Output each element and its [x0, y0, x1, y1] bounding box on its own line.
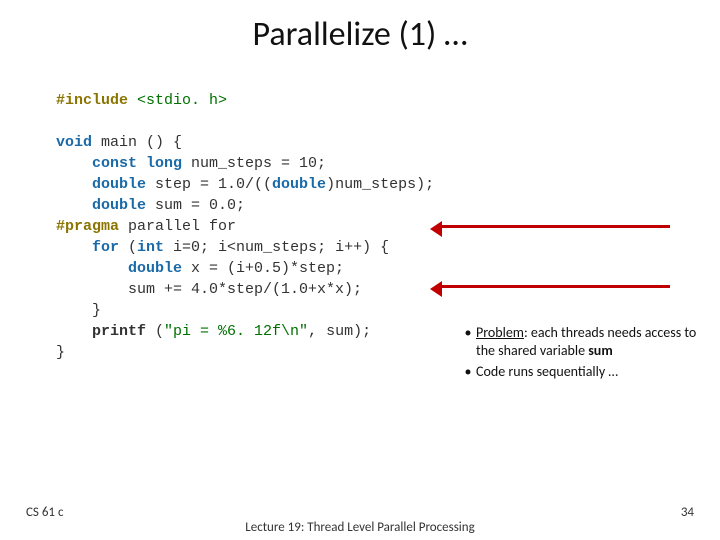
bullet-icon: •	[460, 324, 476, 359]
note-2: Code runs sequentially …	[476, 363, 700, 381]
pp-include: #include	[56, 92, 128, 109]
list-item: • Problem: each threads needs access to …	[460, 324, 700, 359]
pp-pragma: #pragma	[56, 218, 119, 235]
fn-printf: printf	[56, 323, 146, 340]
x-decl: x = (i+0.5)*step;	[182, 260, 344, 277]
for-b: i=0; i<num_steps; i++) {	[164, 239, 389, 256]
slide-title: Parallelize (1) …	[0, 14, 720, 55]
numsteps-decl: num_steps = 10;	[182, 155, 326, 172]
kw-double-2: double	[56, 197, 146, 214]
pragma-rest: parallel for	[119, 218, 236, 235]
brace-close-outer: }	[56, 344, 65, 361]
footer-left: CS 61 c	[26, 505, 63, 520]
kw-double-1: double	[56, 176, 146, 193]
main-sig: main () {	[92, 134, 182, 151]
kw-double-3: double	[56, 260, 182, 277]
sum-expr: sum += 4.0*step/(1.0+x*x);	[56, 281, 362, 298]
footer-center: Lecture 19: Thread Level Parallel Proces…	[0, 520, 720, 535]
step-decl-b: )num_steps);	[326, 176, 434, 193]
note-1-problem: Problem	[476, 324, 524, 341]
note-1-sum: sum	[588, 342, 613, 359]
arrow-icon	[440, 225, 670, 228]
code-block: #include <stdio. h> void main () { const…	[56, 90, 434, 363]
printf-a: (	[146, 323, 164, 340]
arrow-icon	[440, 285, 670, 288]
kw-int: int	[137, 239, 164, 256]
bullet-icon: •	[460, 363, 476, 381]
for-a: (	[119, 239, 137, 256]
notes-list: • Problem: each threads needs access to …	[460, 324, 700, 385]
include-header: <stdio. h>	[128, 92, 227, 109]
note-1: Problem: each threads needs access to th…	[476, 324, 700, 359]
step-decl-a: step = 1.0/((	[146, 176, 272, 193]
kw-const-long: const long	[56, 155, 182, 172]
sum-decl: sum = 0.0;	[146, 197, 245, 214]
list-item: • Code runs sequentially …	[460, 363, 700, 381]
slide: Parallelize (1) … #include <stdio. h> vo…	[0, 0, 720, 540]
page-number: 34	[681, 505, 694, 520]
printf-b: , sum);	[308, 323, 371, 340]
printf-str: "pi = %6. 12f\n"	[164, 323, 308, 340]
kw-for: for	[56, 239, 119, 256]
kw-void: void	[56, 134, 92, 151]
brace-close-inner: }	[56, 302, 101, 319]
kw-double-cast: double	[272, 176, 326, 193]
